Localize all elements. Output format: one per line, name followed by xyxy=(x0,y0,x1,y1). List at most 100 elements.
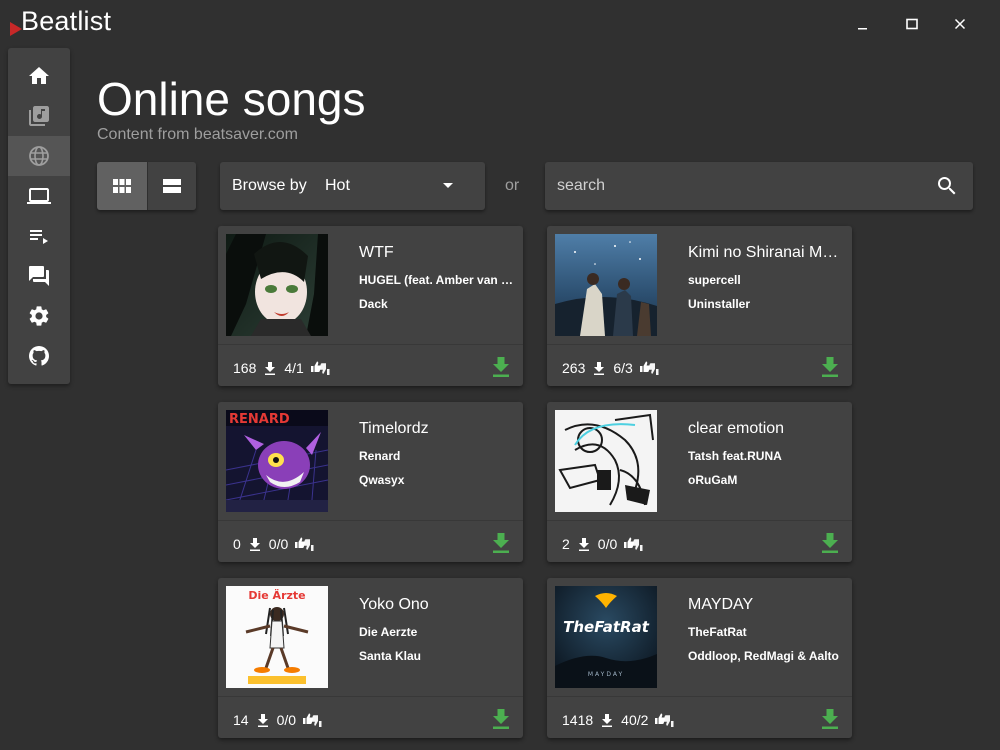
card-divider xyxy=(218,520,523,521)
globe-icon xyxy=(29,146,49,166)
list-view-button[interactable] xyxy=(146,162,196,210)
download-count-icon xyxy=(249,537,260,551)
cover-text: TheFatRat xyxy=(563,618,650,636)
song-cover[interactable]: Die Ärzte xyxy=(226,586,328,688)
download-icon[interactable] xyxy=(491,708,511,730)
browse-by-select[interactable]: Browse by Hot xyxy=(220,162,485,210)
sidebar-item-library[interactable] xyxy=(8,96,70,136)
cover-art xyxy=(555,234,657,336)
maximize-icon xyxy=(906,18,918,30)
sidebar-item-online[interactable] xyxy=(8,136,70,176)
download-count-icon xyxy=(265,361,276,375)
sidebar-item-feedback[interactable] xyxy=(8,256,70,296)
or-separator: or xyxy=(505,177,520,194)
song-mapper: Oddloop, RedMagi & Aalto xyxy=(688,649,839,663)
song-cover[interactable]: RENARD xyxy=(226,410,328,512)
song-cover[interactable]: TheFatRat MAYDAY xyxy=(555,586,657,688)
page-subtitle: Content from beatsaver.com xyxy=(97,126,298,143)
song-cover[interactable] xyxy=(555,234,657,336)
minimize-button[interactable] xyxy=(848,10,878,38)
song-artist: TheFatRat xyxy=(688,625,747,639)
sidebar-item-home[interactable] xyxy=(8,56,70,96)
song-mapper: Santa Klau xyxy=(359,649,422,663)
card-divider xyxy=(547,520,852,521)
vote-count: 0/0 xyxy=(597,536,618,552)
song-card[interactable]: RENARD Timelordz Renard Qwasyx 0 0/0 xyxy=(218,402,523,562)
song-artist: Die Aerzte xyxy=(359,625,418,639)
song-title[interactable]: MAYDAY xyxy=(688,596,843,614)
download-count: 263 xyxy=(562,360,586,376)
song-card[interactable]: Die Ärzte Yoko Ono Die Aerzte Santa Klau 14 0… xyxy=(218,578,523,738)
view-mode-toggle xyxy=(97,162,196,210)
song-mapper: Uninstaller xyxy=(688,297,751,311)
laptop-icon xyxy=(27,188,51,204)
song-mapper: Qwasyx xyxy=(359,473,405,487)
song-stats: 2 0/0 xyxy=(562,535,643,553)
download-icon[interactable] xyxy=(491,356,511,378)
song-title[interactable]: WTF xyxy=(359,244,514,262)
thumbs-up-down-icon xyxy=(624,537,643,551)
song-title[interactable]: Yoko Ono xyxy=(359,596,514,614)
download-icon[interactable] xyxy=(820,356,840,378)
song-card[interactable]: clear emotion Tatsh feat.RUNA oRuGaM 2 0/0 xyxy=(547,402,852,562)
list-view-icon xyxy=(162,179,181,193)
sidebar-item-github[interactable] xyxy=(8,336,70,376)
gear-icon xyxy=(29,306,49,326)
thumbs-up-down-icon xyxy=(655,713,674,727)
search-box xyxy=(545,162,973,210)
song-title[interactable]: clear emotion xyxy=(688,420,843,438)
vote-count: 0/0 xyxy=(276,712,297,728)
sidebar-item-local[interactable] xyxy=(8,176,70,216)
download-icon[interactable] xyxy=(491,532,511,554)
card-divider xyxy=(547,344,852,345)
sidebar-item-settings[interactable] xyxy=(8,296,70,336)
download-count: 0 xyxy=(233,536,241,552)
cover-text: RENARD xyxy=(229,412,290,427)
download-icon[interactable] xyxy=(820,708,840,730)
thumbs-up-down-icon xyxy=(303,713,322,727)
vote-count: 4/1 xyxy=(284,360,304,376)
song-cover[interactable] xyxy=(226,234,328,336)
grid-view-icon xyxy=(112,179,131,193)
song-mapper: oRuGaM xyxy=(688,473,738,487)
cover-art xyxy=(226,234,328,336)
song-card[interactable]: WTF HUGEL (feat. Amber van Day) Dack 168 4/1 xyxy=(218,226,523,386)
download-count-icon xyxy=(257,713,268,727)
maximize-button[interactable] xyxy=(897,10,927,38)
download-count: 168 xyxy=(233,360,257,376)
song-card[interactable]: TheFatRat MAYDAY MAYDAY TheFatRat Oddloop, R… xyxy=(547,578,852,738)
card-divider xyxy=(547,696,852,697)
song-title[interactable]: Timelordz xyxy=(359,420,514,438)
browse-by-value: Hot xyxy=(325,177,350,194)
download-count: 1418 xyxy=(562,712,594,728)
song-stats: 14 0/0 xyxy=(233,711,322,729)
sidebar xyxy=(8,48,70,384)
search-input[interactable] xyxy=(545,162,925,210)
title-bar: Beatlist xyxy=(0,0,1000,48)
song-card[interactable]: Kimi no Shiranai Monogatari supercell Unin… xyxy=(547,226,852,386)
grid-view-button[interactable] xyxy=(97,162,147,210)
song-stats: 0 0/0 xyxy=(233,535,314,553)
download-count: 2 xyxy=(562,536,570,552)
browse-by-label: Browse by xyxy=(232,177,307,194)
song-artist: Renard xyxy=(359,449,401,463)
github-icon xyxy=(29,346,49,366)
download-icon[interactable] xyxy=(820,532,840,554)
vote-count: 6/3 xyxy=(613,360,633,376)
home-icon xyxy=(29,67,49,84)
playlist-icon xyxy=(30,230,48,244)
search-icon[interactable] xyxy=(935,174,959,198)
song-artist: HUGEL (feat. Amber van Day) xyxy=(359,273,514,287)
thumbs-up-down-icon xyxy=(310,361,330,375)
song-stats: 263 6/3 xyxy=(562,359,659,377)
download-count-icon xyxy=(602,713,613,727)
page-title: Online songs xyxy=(97,73,366,125)
download-count-icon xyxy=(594,361,605,375)
song-stats: 168 4/1 xyxy=(233,359,330,377)
sidebar-item-playlists[interactable] xyxy=(8,216,70,256)
app-title: Beatlist xyxy=(21,6,112,36)
close-button[interactable] xyxy=(945,10,975,38)
song-title[interactable]: Kimi no Shiranai Monogatari xyxy=(688,244,843,262)
dropdown-arrow-icon xyxy=(443,183,453,188)
song-cover[interactable] xyxy=(555,410,657,512)
